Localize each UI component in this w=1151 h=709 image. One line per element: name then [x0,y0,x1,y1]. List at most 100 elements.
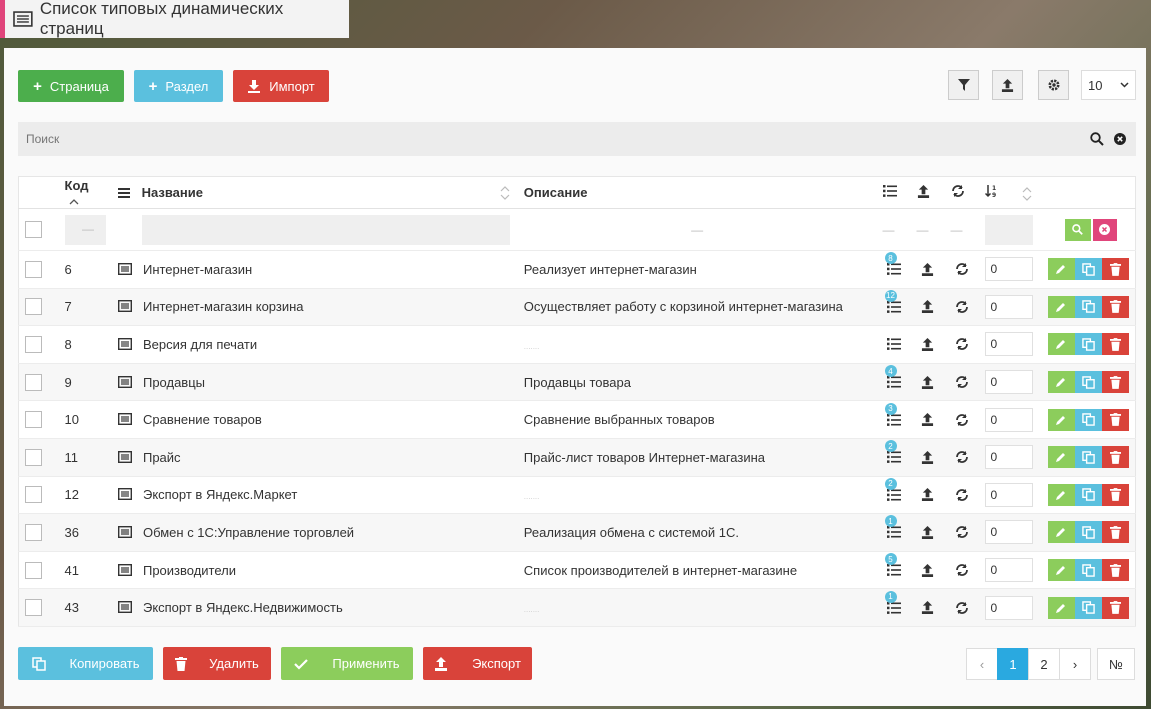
filter-button[interactable] [948,70,979,100]
column-sublist[interactable] [876,176,911,209]
table-row[interactable]: 12 Экспорт в Яндекс.Маркет ....... 2 0 [18,476,1136,515]
copy-button[interactable] [1074,559,1102,582]
copy-button[interactable] [1074,371,1102,394]
row-checkbox[interactable] [25,448,42,466]
edit-button[interactable] [1047,371,1075,394]
edit-button[interactable] [1047,446,1075,469]
row-name[interactable]: Интернет-магазин [143,262,252,277]
name-filter-input[interactable] [141,214,510,245]
row-name[interactable]: Сравнение товаров [143,412,262,427]
select-all-checkbox[interactable] [25,221,42,239]
page-2-button[interactable]: 2 [1028,648,1060,680]
sublist-filter[interactable]: — [883,223,895,237]
copy-button[interactable] [1074,333,1102,356]
row-checkbox[interactable] [25,523,42,541]
copy-button[interactable] [1074,483,1102,506]
edit-button[interactable] [1047,521,1075,544]
refresh-button[interactable] [951,485,973,505]
next-page-button[interactable]: › [1059,648,1091,680]
sublist-button[interactable]: 4 [883,365,905,392]
edit-button[interactable] [1047,596,1075,619]
delete-button[interactable] [1101,596,1129,619]
page-1-button[interactable]: 1 [997,648,1029,680]
export-button[interactable]: Экспорт [423,647,532,680]
sublist-button[interactable]: 1 [883,590,905,618]
clear-search-icon[interactable] [1114,133,1126,145]
copy-button[interactable] [1074,446,1102,469]
prev-page-button[interactable]: ‹ [966,648,998,680]
column-sort-order[interactable]: 19 [978,176,1039,209]
sublist-button[interactable]: 2 [883,440,905,467]
reset-filter-button[interactable] [1092,218,1117,241]
table-row[interactable]: 43 Экспорт в Яндекс.Недвижимость .......… [18,588,1136,627]
table-row[interactable]: 36 Обмен с 1С:Управление торговлей Реали… [18,513,1136,552]
sublist-button[interactable]: 5 [883,553,905,580]
sort-order-input[interactable]: 0 [984,482,1033,507]
sort-order-input[interactable]: 0 [984,558,1033,583]
sublist-button[interactable]: 8 [883,252,905,279]
row-name[interactable]: Экспорт в Яндекс.Маркет [143,487,297,502]
edit-button[interactable] [1047,559,1075,582]
table-row[interactable]: 9 Продавцы Продавцы товара 4 0 [18,363,1136,402]
upload-button[interactable] [917,334,939,354]
column-description[interactable]: Описание [517,176,877,209]
edit-button[interactable] [1047,483,1075,506]
row-name[interactable]: Продавцы [143,375,205,390]
row-name[interactable]: Версия для печати [143,337,257,352]
delete-button[interactable] [1101,521,1129,544]
upload-button[interactable] [917,598,939,618]
copy-button[interactable] [1074,408,1102,431]
description-filter[interactable]: — [691,223,703,237]
table-row[interactable]: 10 Сравнение товаров Сравнение выбранных… [18,400,1136,439]
delete-button[interactable] [1101,559,1129,582]
import-button[interactable]: Импорт [233,70,329,102]
copy-button[interactable] [1074,521,1102,544]
table-row[interactable]: 7 Интернет-магазин корзина Осуществляет … [18,288,1136,327]
copy-selected-button[interactable]: Копировать [18,647,153,680]
search-input[interactable] [18,122,1090,156]
add-section-button[interactable]: + Раздел [134,70,223,102]
upload-button[interactable] [917,560,939,580]
apply-filter-button[interactable] [1064,218,1091,241]
row-name[interactable]: Интернет-магазин корзина [143,299,304,314]
edit-button[interactable] [1047,408,1075,431]
search-icon[interactable] [1090,132,1104,146]
copy-button[interactable] [1074,596,1102,619]
row-name[interactable]: Экспорт в Яндекс.Недвижимость [143,600,343,615]
refresh-button[interactable] [951,372,973,392]
sublist-button[interactable]: 12 [883,289,905,317]
goto-page-button[interactable]: № [1097,648,1135,680]
sublist-button[interactable]: 2 [883,477,905,505]
column-upload[interactable] [910,176,945,209]
upload-button[interactable] [917,447,939,467]
sublist-button[interactable]: 1 [883,515,905,542]
sort-order-input[interactable]: 0 [984,445,1033,470]
upload-button[interactable] [917,485,939,505]
row-name[interactable]: Обмен с 1С:Управление торговлей [143,525,354,540]
upload-button[interactable] [917,410,939,430]
row-checkbox[interactable] [25,298,42,316]
delete-button[interactable] [1101,408,1129,431]
upload-filter[interactable]: — [917,223,929,237]
column-code[interactable]: Код [58,176,112,209]
delete-button[interactable] [1101,333,1129,356]
table-row[interactable]: 41 Производители Список производителей в… [18,551,1136,590]
refresh-button[interactable] [951,297,973,317]
delete-button[interactable] [1101,446,1129,469]
copy-button[interactable] [1074,295,1102,318]
row-checkbox[interactable] [25,561,42,579]
row-checkbox[interactable] [25,599,42,617]
sort-order-input[interactable]: 0 [984,407,1033,432]
sort-order-input[interactable]: 0 [984,370,1033,395]
row-checkbox[interactable] [25,260,42,278]
refresh-button[interactable] [951,522,973,542]
table-row[interactable]: 11 Прайс Прайс-лист товаров Интернет-маг… [18,438,1136,477]
delete-button[interactable] [1101,295,1129,318]
column-refresh[interactable] [944,176,979,209]
upload-button[interactable] [917,522,939,542]
row-name[interactable]: Прайс [143,450,181,465]
delete-button[interactable] [1101,258,1129,281]
sublist-button[interactable]: 3 [883,402,905,430]
add-page-button[interactable]: + Страница [18,70,124,102]
refresh-button[interactable] [951,560,973,580]
